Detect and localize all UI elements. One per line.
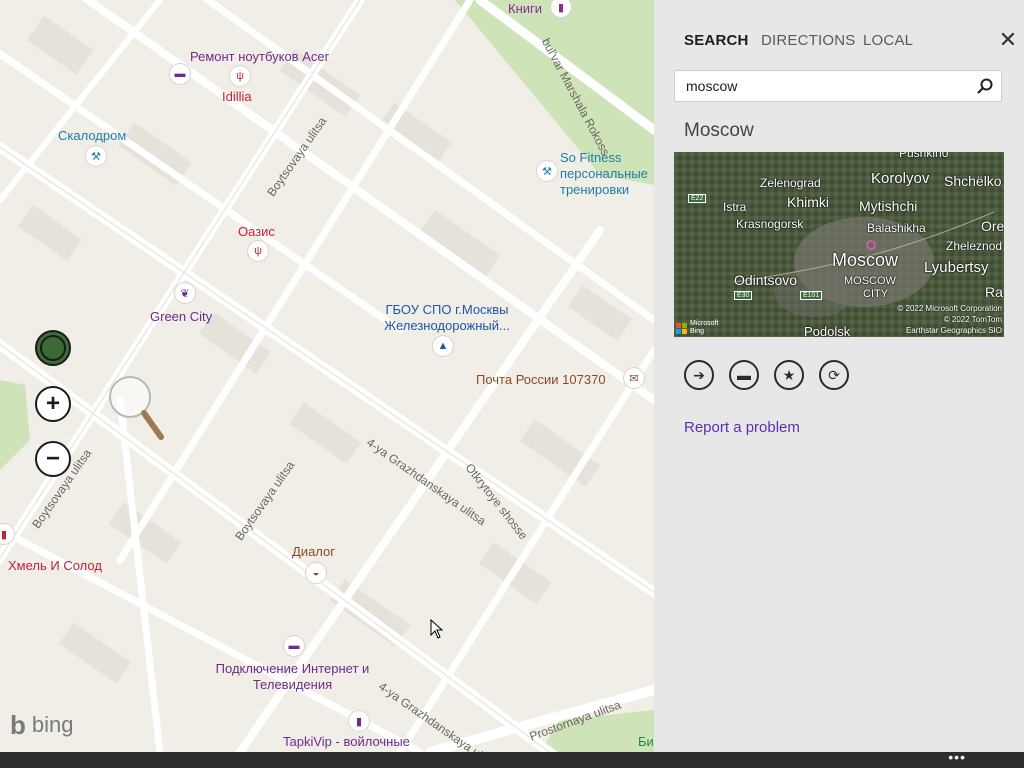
poi-label[interactable]: Подключение Интернет и Телевидения — [205, 661, 380, 693]
mouse-cursor — [430, 619, 444, 639]
report-problem-link[interactable]: Report a problem — [684, 419, 800, 436]
map-place: Moscow — [832, 250, 899, 270]
credit-line: Earthstar Geographics SIO — [905, 326, 1002, 335]
windows-icon — [676, 322, 687, 334]
directions-button[interactable]: ➔ — [684, 360, 714, 390]
poi-label[interactable]: Почта России 107370 — [476, 372, 606, 388]
zoom-out-button[interactable]: − — [35, 441, 71, 477]
poi-label[interactable]: Скалодром — [58, 128, 126, 144]
map-place: Zheleznod — [946, 239, 1003, 253]
map-place: Khimki — [787, 194, 830, 210]
map-place: Balashikha — [867, 221, 926, 235]
fitness-icon[interactable]: ⚒ — [86, 146, 106, 166]
map-style-button[interactable] — [35, 330, 71, 366]
credit-line: © 2022 Microsoft Corporation — [897, 304, 1002, 313]
map-place: Ore — [981, 218, 1004, 234]
close-icon[interactable]: ✕ — [998, 29, 1018, 51]
bowl-icon[interactable]: ◒ — [306, 563, 326, 583]
tab-directions[interactable]: DIRECTIONS — [761, 32, 856, 49]
fitness-icon[interactable]: ⚒ — [537, 161, 557, 181]
map-place: Istra — [723, 200, 747, 214]
poi-label[interactable]: Idillia — [222, 89, 252, 105]
more-options-icon[interactable]: ••• — [948, 749, 966, 765]
search-input[interactable] — [684, 77, 968, 95]
search-icon[interactable] — [977, 78, 993, 94]
tab-search[interactable]: SEARCH — [684, 32, 749, 49]
map-place: Podolsk — [804, 324, 851, 337]
map-place: Odintsovo — [734, 272, 798, 288]
bing-logo: b bing — [10, 712, 73, 738]
zoom-in-button[interactable]: + — [35, 386, 71, 422]
car-icon: ▬ — [737, 367, 751, 383]
map-place: Krasnogorsk — [736, 217, 804, 231]
map-place: Shchëlko — [944, 173, 1002, 189]
map-place: Ra — [985, 284, 1003, 300]
map-place: MOSCOW — [844, 275, 896, 287]
poi-label[interactable]: Green City — [150, 309, 212, 325]
app-bar: ••• — [0, 749, 1024, 768]
map-place: CITY — [863, 288, 889, 300]
laptop-icon[interactable]: ▬ — [170, 64, 190, 84]
restaurant-icon[interactable]: ψ — [248, 241, 268, 261]
route-shield: E22 — [688, 194, 707, 203]
poi-label[interactable]: Хмель И Солод — [8, 558, 102, 574]
map-place: Korolyov — [871, 170, 930, 187]
directions-icon: ➔ — [693, 366, 705, 383]
mail-icon[interactable]: ✉ — [624, 368, 644, 388]
poi-label[interactable]: So Fitness персональные тренировки — [560, 150, 654, 198]
microsoft-wordmark: Microsoft — [690, 320, 719, 327]
poi-label[interactable]: Ремонт ноутбуков Acer — [190, 49, 329, 65]
bing-wordmark: bing — [31, 712, 74, 737]
route-shield: E101 — [800, 291, 823, 300]
poi-label[interactable]: Книги — [508, 1, 542, 17]
poi-label[interactable]: ГБОУ СПО г.Москвы Железнодорожный... — [372, 302, 522, 334]
route-shield: E30 — [734, 291, 753, 300]
magnifier-icon — [109, 376, 164, 440]
bing-b-icon: b — [10, 710, 26, 740]
globe-icon — [40, 335, 66, 361]
microsoft-logo: Microsoft Bing — [676, 320, 718, 336]
location-thumbnail[interactable]: Pushkino Zelenograd Korolyov Shchëlko Kh… — [674, 152, 1004, 337]
poi-label[interactable]: TapkiVip - войлочные — [283, 734, 410, 750]
favorite-button[interactable]: ★ — [774, 360, 804, 390]
refresh-icon: ⟳ — [828, 366, 840, 383]
side-panel: SEARCH DIRECTIONS LOCAL ✕ Moscow Push — [654, 0, 1024, 752]
credit-line: © 2022 TomTom — [943, 315, 1002, 324]
tab-local[interactable]: LOCAL — [863, 32, 913, 49]
result-title[interactable]: Moscow — [684, 120, 754, 142]
map-place: Zelenograd — [760, 176, 821, 190]
restaurant-icon[interactable]: ψ — [230, 66, 250, 86]
search-box[interactable] — [674, 70, 1002, 102]
star-icon: ★ — [782, 366, 796, 383]
poi-label[interactable]: Оазис — [238, 224, 275, 240]
laptop-icon[interactable]: ▬ — [284, 636, 304, 656]
map-place: Mytishchi — [859, 198, 918, 214]
map-place: Pushkino — [899, 152, 949, 160]
poi-label[interactable]: Диалог — [292, 544, 335, 560]
map-canvas[interactable]: bul'var Marshala Rokoss Boytsovaya ulits… — [0, 0, 654, 752]
leaf-icon[interactable]: ❦ — [175, 283, 195, 303]
school-icon[interactable]: ▲ — [433, 336, 453, 356]
share-button[interactable]: ⟳ — [819, 360, 849, 390]
bing-wordmark: Bing — [690, 328, 705, 335]
map-credits: © 2022 Microsoft Corporation © 2022 TomT… — [897, 303, 1002, 336]
map-place: Lyubertsy — [924, 259, 989, 276]
nearby-button[interactable]: ▬ — [729, 360, 759, 390]
poi-label[interactable]: Би — [638, 734, 654, 750]
shopping-bag-icon[interactable]: ▮ — [349, 711, 369, 731]
